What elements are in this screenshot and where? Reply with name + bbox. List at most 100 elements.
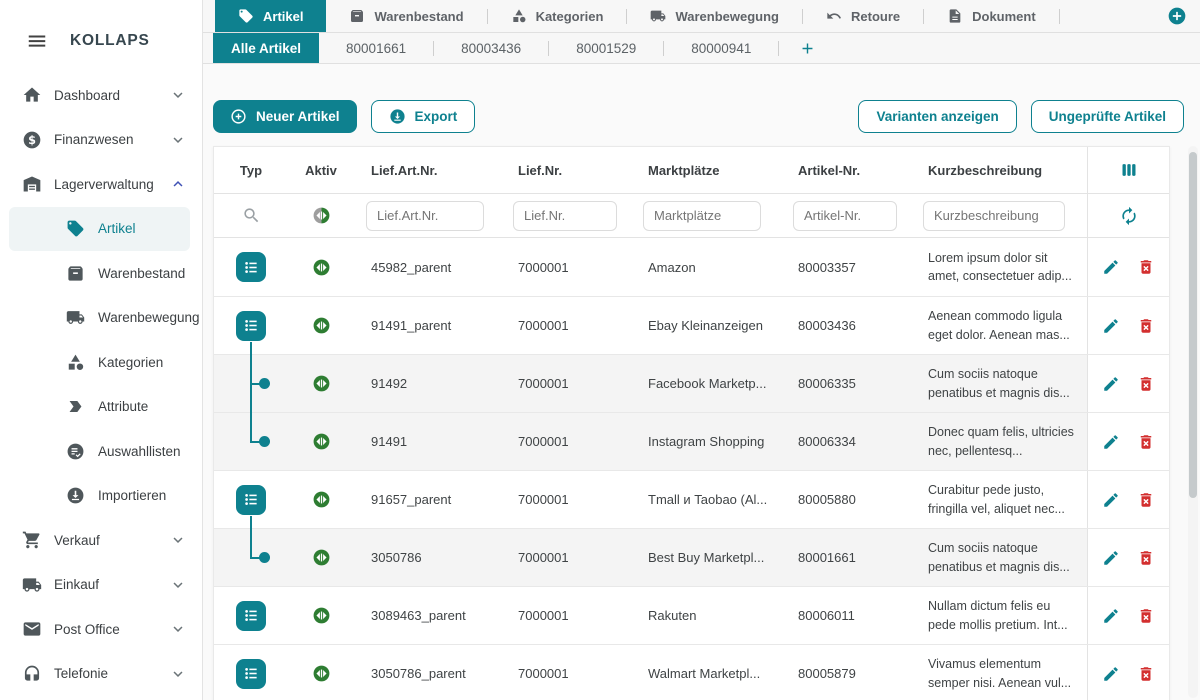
delete-button[interactable] — [1137, 491, 1155, 509]
article-type-icon[interactable] — [236, 252, 266, 282]
tab-kategorien[interactable]: Kategorien — [488, 0, 627, 32]
column-settings-cell — [1087, 147, 1169, 193]
table-row[interactable]: 91491_parent 7000001 Ebay Kleinanzeigen … — [214, 296, 1169, 354]
edit-button[interactable] — [1102, 607, 1120, 625]
scrollbar-thumb[interactable] — [1189, 152, 1197, 498]
col-header-marktplaetze[interactable]: Marktplätze — [631, 147, 781, 193]
lief-nr-cell: 7000001 — [501, 355, 631, 412]
marktplaetze-filter-input[interactable] — [643, 201, 761, 231]
unverified-articles-button[interactable]: Ungeprüfte Artikel — [1031, 100, 1184, 133]
kurzbeschreibung-cell: Aenean commodo ligula eget dolor. Aenean… — [911, 297, 1087, 354]
table-row[interactable]: 91491 7000001 Instagram Shopping 8000633… — [214, 412, 1169, 470]
table-row[interactable]: 91492 7000001 Facebook Marketp... 800063… — [214, 354, 1169, 412]
subtab-alle-artikel[interactable]: Alle Artikel — [213, 33, 319, 63]
edit-button[interactable] — [1102, 317, 1120, 335]
tab-retoure[interactable]: Retoure — [803, 0, 923, 32]
article-type-icon[interactable] — [236, 485, 266, 515]
import-icon — [66, 486, 85, 505]
tab-warenbewegung[interactable]: Warenbewegung — [627, 0, 802, 32]
table-row[interactable]: 3089463_parent 7000001 Rakuten 80006011 … — [214, 586, 1169, 644]
typ-cell — [214, 471, 288, 528]
kurzbeschreibung-cell: Nullam dictum felis eu pede mollis preti… — [911, 587, 1087, 644]
table-row[interactable]: 91657_parent 7000001 Tmall и Taobao (Al.… — [214, 470, 1169, 528]
edit-button[interactable] — [1102, 433, 1120, 451]
sidebar-item-kategorien[interactable]: Kategorien — [0, 340, 202, 385]
lief-nr-filter-input[interactable] — [513, 201, 617, 231]
sidebar-item-einkauf[interactable]: Einkauf — [0, 563, 202, 608]
col-header-artikel-nr[interactable]: Artikel-Nr. — [781, 147, 911, 193]
marktplatz-cell: Amazon — [631, 238, 781, 296]
edit-button[interactable] — [1102, 258, 1120, 276]
edit-button[interactable] — [1102, 665, 1120, 683]
chevron-up-icon — [169, 175, 187, 193]
active-status-icon — [312, 490, 331, 509]
sidebar-item-auswahllisten[interactable]: Auswahllisten — [0, 429, 202, 474]
add-module-tab-button[interactable] — [1167, 6, 1187, 26]
kurzbeschreibung-filter-input[interactable] — [923, 201, 1065, 231]
subtab-80001661[interactable]: 80001661 — [319, 33, 433, 63]
sidebar-item-importieren[interactable]: Importieren — [0, 474, 202, 519]
col-header-kurzbeschreibung[interactable]: Kurzbeschreibung — [911, 147, 1087, 193]
table-filter-row — [214, 194, 1169, 238]
edit-button[interactable] — [1102, 491, 1120, 509]
table-row[interactable]: 3050786_parent 7000001 Walmart Marketpl.… — [214, 644, 1169, 700]
tab-dokument[interactable]: Dokument — [924, 0, 1059, 32]
tab-artikel[interactable]: Artikel — [215, 0, 326, 32]
lief-art-nr-cell: 3050786 — [354, 529, 501, 586]
active-filter-icon[interactable] — [312, 206, 331, 225]
add-article-tab-button[interactable] — [799, 40, 816, 57]
article-type-icon[interactable] — [236, 659, 266, 689]
delete-button[interactable] — [1137, 607, 1155, 625]
col-header-typ[interactable]: Typ — [214, 147, 288, 193]
delete-button[interactable] — [1137, 665, 1155, 683]
edit-button[interactable] — [1102, 549, 1120, 567]
sidebar-item-verkauf[interactable]: Verkauf — [0, 518, 202, 563]
lief-nr-cell: 7000001 — [501, 587, 631, 644]
row-actions-cell — [1087, 238, 1169, 296]
tag-icon — [66, 219, 85, 238]
columns-icon[interactable] — [1119, 160, 1139, 180]
delete-button[interactable] — [1137, 317, 1155, 335]
menu-icon[interactable] — [26, 30, 48, 52]
show-variants-button[interactable]: Varianten anzeigen — [858, 100, 1016, 133]
sidebar-item-warenbestand[interactable]: Warenbestand — [0, 251, 202, 296]
aktiv-filter-cell — [288, 194, 354, 237]
home-icon — [22, 85, 42, 105]
sidebar-item-artikel[interactable]: Artikel — [9, 207, 190, 252]
sidebar-item-lagerverwaltung[interactable]: Lagerverwaltung — [0, 162, 202, 207]
search-icon[interactable] — [242, 206, 261, 225]
delete-button[interactable] — [1137, 375, 1155, 393]
lief-art-nr-filter-input[interactable] — [366, 201, 484, 231]
truck-icon — [650, 8, 666, 24]
delete-button[interactable] — [1137, 433, 1155, 451]
refresh-icon[interactable] — [1119, 206, 1139, 226]
subtab-80003436[interactable]: 80003436 — [434, 33, 548, 63]
sidebar-item-telefonie[interactable]: Telefonie — [0, 652, 202, 697]
delete-button[interactable] — [1137, 258, 1155, 276]
new-article-button[interactable]: Neuer Artikel — [213, 100, 357, 133]
article-type-icon[interactable] — [236, 601, 266, 631]
edit-button[interactable] — [1102, 375, 1120, 393]
tab-warenbestand[interactable]: Warenbestand — [326, 0, 486, 32]
sidebar-item-attribute[interactable]: Attribute — [0, 385, 202, 430]
refresh-cell — [1087, 194, 1169, 237]
sidebar-item-dashboard[interactable]: Dashboard — [0, 73, 202, 118]
artikel-nr-filter-input[interactable] — [793, 201, 897, 231]
subtab-80001529[interactable]: 80001529 — [549, 33, 663, 63]
return-icon — [826, 8, 842, 24]
subtab-80000941[interactable]: 80000941 — [664, 33, 778, 63]
delete-button[interactable] — [1137, 549, 1155, 567]
sidebar-item-post-office[interactable]: Post Office — [0, 607, 202, 652]
col-header-aktiv[interactable]: Aktiv — [288, 147, 354, 193]
export-button[interactable]: Export — [371, 100, 476, 133]
artikel-nr-cell: 80003357 — [781, 238, 911, 296]
lief-nr-cell: 7000001 — [501, 471, 631, 528]
table-row[interactable]: 3050786 7000001 Best Buy Marketpl... 800… — [214, 528, 1169, 586]
table-row[interactable]: 45982_parent 7000001 Amazon 80003357 Lor… — [214, 238, 1169, 296]
sidebar-item-finanzwesen[interactable]: $ Finanzwesen — [0, 118, 202, 163]
sidebar: KOLLAPS Dashboard $ Finanzwesen Lagerver… — [0, 0, 203, 700]
col-header-lief-nr[interactable]: Lief.Nr. — [501, 147, 631, 193]
sidebar-item-warenbewegung[interactable]: Warenbewegung — [0, 296, 202, 341]
article-type-icon[interactable] — [236, 311, 266, 341]
col-header-lief-art-nr[interactable]: Lief.Art.Nr. — [354, 147, 501, 193]
